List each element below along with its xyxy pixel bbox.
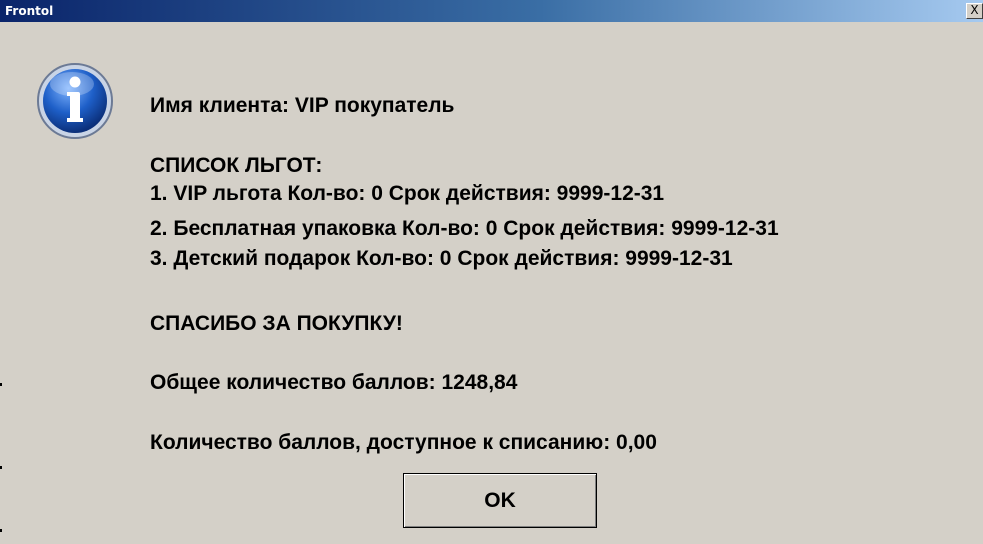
benefit-item-1: 1. VIP льгота Кол-во: 0 Срок действия: 9… (150, 182, 665, 205)
thanks-text: СПАСИБО ЗА ПОКУПКУ! (150, 312, 403, 335)
info-icon (37, 63, 113, 139)
close-button[interactable]: X (966, 3, 983, 19)
edge-marker (0, 383, 2, 386)
edge-marker (0, 529, 2, 532)
window-title: Frontol (5, 4, 54, 18)
benefit-item-3: 3. Детский подарок Кол-во: 0 Срок действ… (150, 247, 733, 270)
message-dialog: Frontol X Имя клиента: VIP покупатель СП… (0, 0, 983, 544)
benefit-item-2: 2. Бесплатная упаковка Кол-во: 0 Срок де… (150, 217, 779, 240)
edge-marker (0, 466, 2, 469)
close-icon: X (970, 3, 979, 17)
available-points-text: Количество баллов, доступное к списанию:… (150, 431, 657, 454)
title-bar[interactable]: Frontol X (0, 0, 983, 22)
client-name-text: Имя клиента: VIP покупатель (150, 94, 455, 117)
ok-button[interactable]: OK (403, 473, 597, 528)
total-points-text: Общее количество баллов: 1248,84 (150, 371, 518, 394)
benefits-header: СПИСОК ЛЬГОТ: (150, 154, 323, 177)
